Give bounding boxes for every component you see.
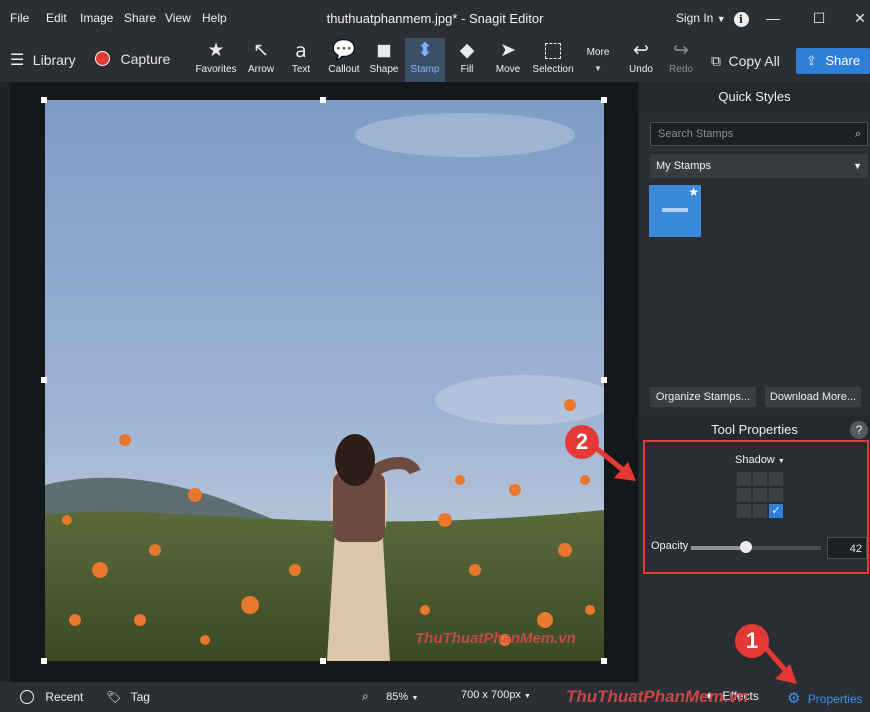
- annotation-arrows: [594, 446, 797, 684]
- annotation-badge-2: 2: [565, 425, 599, 459]
- annotation-badge-1: 1: [735, 624, 769, 658]
